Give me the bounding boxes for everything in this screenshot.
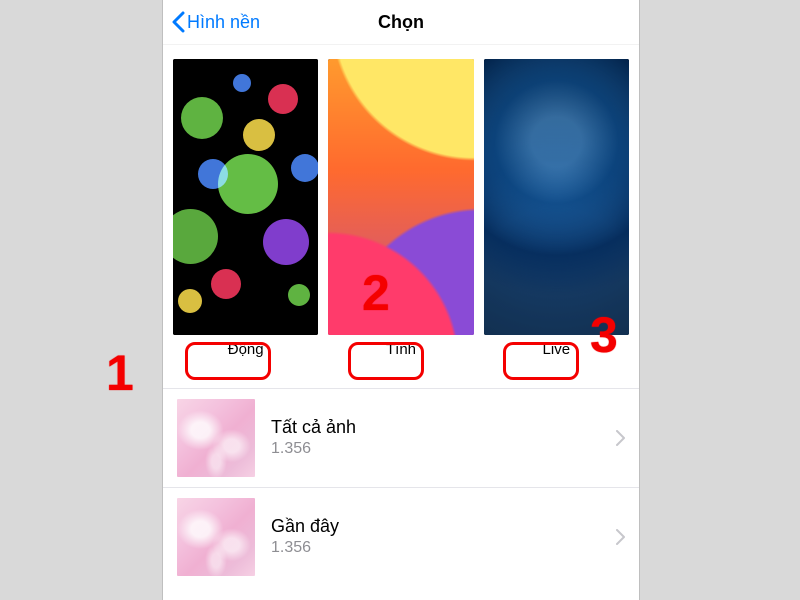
album-recents-count: 1.356 [271, 539, 600, 557]
navigation-bar: Hình nền Chọn [163, 0, 639, 45]
album-all-photos-thumb [177, 399, 255, 477]
chevron-left-icon [171, 11, 185, 33]
wallpaper-stills-thumb [328, 59, 473, 335]
chevron-right-icon [616, 430, 625, 446]
wallpaper-dynamic-label: Động [228, 341, 264, 358]
album-all-photos[interactable]: Tất cả ảnh 1.356 [163, 389, 639, 488]
album-all-photos-count: 1.356 [271, 440, 600, 458]
wallpaper-category-row: Động Tĩnh Live [163, 45, 639, 358]
back-label: Hình nền [187, 12, 260, 33]
wallpaper-dynamic-thumb [173, 59, 318, 335]
phone-screen: Hình nền Chọn Động [162, 0, 640, 600]
album-recents-text: Gần đây 1.356 [271, 516, 600, 557]
wallpaper-live-thumb [484, 59, 629, 335]
wallpaper-stills-label: Tĩnh [386, 341, 416, 358]
wallpaper-live[interactable]: Live [484, 59, 629, 358]
annotation-number-1: 1 [106, 344, 134, 402]
wallpaper-stills[interactable]: Tĩnh [328, 59, 473, 358]
album-recents[interactable]: Gần đây 1.356 [163, 488, 639, 586]
album-all-photos-text: Tất cả ảnh 1.356 [271, 417, 600, 458]
back-button[interactable]: Hình nền [171, 0, 260, 44]
album-all-photos-title: Tất cả ảnh [271, 417, 600, 438]
album-recents-title: Gần đây [271, 516, 600, 537]
page-title: Chọn [378, 12, 424, 33]
album-recents-thumb [177, 498, 255, 576]
wallpaper-live-label: Live [543, 341, 571, 358]
chevron-right-icon [616, 529, 625, 545]
wallpaper-dynamic[interactable]: Động [173, 59, 318, 358]
